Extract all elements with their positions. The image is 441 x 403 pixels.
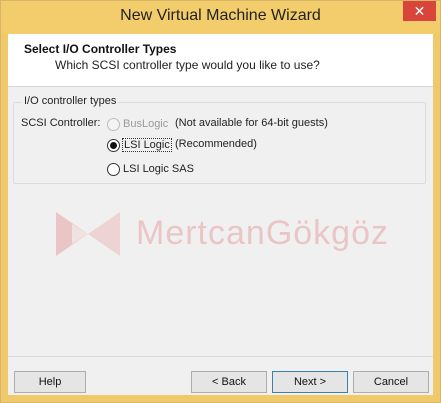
radio-label-buslogic: BusLogic xyxy=(123,118,169,130)
window-title: New Virtual Machine Wizard xyxy=(120,7,321,24)
next-button[interactable]: Next > xyxy=(272,371,348,393)
cancel-button[interactable]: Cancel xyxy=(353,371,429,393)
help-button[interactable]: Help xyxy=(14,371,86,393)
page-title: Select I/O Controller Types xyxy=(24,42,177,56)
radio-buslogic[interactable]: BusLogic xyxy=(107,116,168,132)
back-button[interactable]: < Back xyxy=(191,371,267,393)
radio-lsi-logic-sas[interactable]: LSI Logic SAS xyxy=(107,161,194,177)
lsi-logic-note: (Recommended) xyxy=(175,138,257,150)
mertcan-logo-icon xyxy=(56,212,120,256)
page-subtitle: Which SCSI controller type would you lik… xyxy=(55,58,320,72)
wizard-body: Select I/O Controller Types Which SCSI c… xyxy=(8,34,433,395)
buslogic-note: (Not available for 64-bit guests) xyxy=(175,117,328,129)
close-icon: ✕ xyxy=(413,3,426,19)
button-bar: Help < Back Next > Cancel xyxy=(8,356,433,395)
watermark-text: MertcanGökgöz xyxy=(136,214,389,252)
radio-label-lsi-logic: LSI Logic xyxy=(122,138,172,152)
title-bar[interactable]: New Virtual Machine Wizard ✕ xyxy=(1,1,440,34)
radio-button-icon xyxy=(107,117,120,131)
group-legend: I/O controller types xyxy=(22,95,119,107)
radio-lsi-logic[interactable]: LSI Logic xyxy=(107,137,172,153)
close-button[interactable]: ✕ xyxy=(403,1,436,21)
wizard-window: New Virtual Machine Wizard ✕ Select I/O … xyxy=(0,0,441,403)
radio-label-lsi-logic-sas: LSI Logic SAS xyxy=(123,163,194,175)
watermark: MertcanGökgöz xyxy=(48,204,408,264)
scsi-controller-label: SCSI Controller: xyxy=(21,117,101,129)
radio-button-icon xyxy=(107,138,120,152)
wizard-header: Select I/O Controller Types Which SCSI c… xyxy=(8,34,433,87)
radio-button-icon xyxy=(107,162,120,176)
